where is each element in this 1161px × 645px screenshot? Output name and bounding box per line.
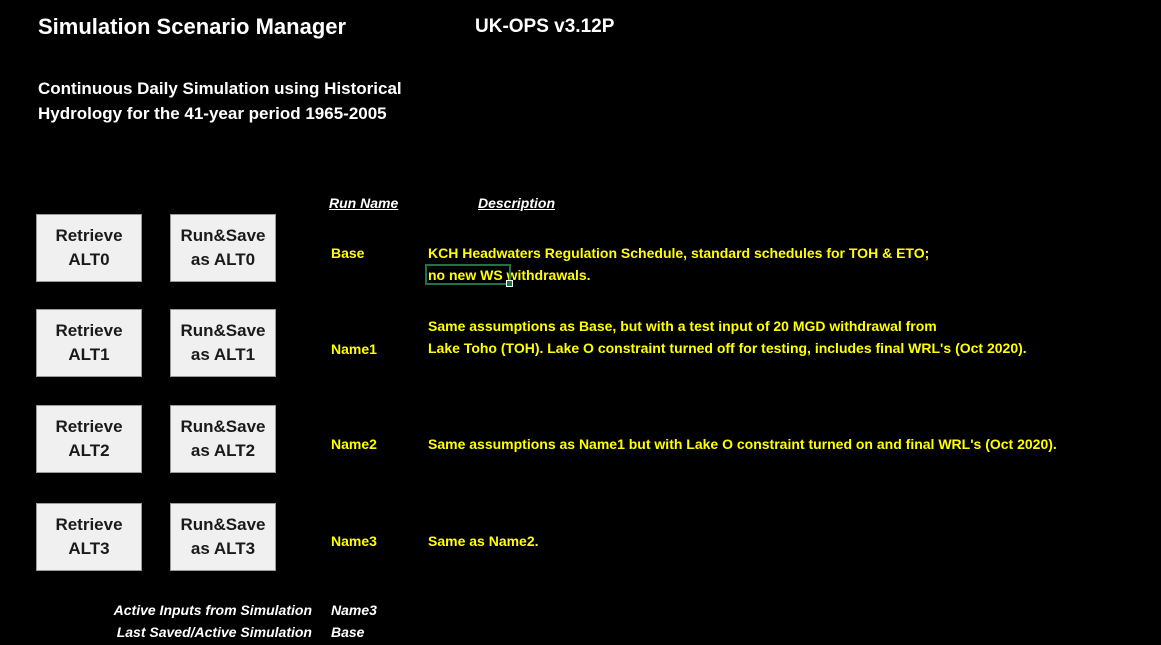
retrieve-alt2-button[interactable]: Retrieve ALT2 (36, 405, 142, 473)
subtitle: Continuous Daily Simulation using Histor… (38, 76, 402, 126)
subtitle-line-1: Continuous Daily Simulation using Histor… (38, 79, 402, 98)
description-alt2: Same assumptions as Name1 but with Lake … (428, 433, 1057, 455)
page-title: Simulation Scenario Manager (38, 14, 347, 39)
run-name-name3: Name3 (331, 533, 377, 549)
runsave-alt1-button[interactable]: Run&Save as ALT1 (170, 309, 276, 377)
last-saved-label: Last Saved/Active Simulation (116, 624, 312, 640)
description-line: KCH Headwaters Regulation Schedule, stan… (428, 245, 930, 261)
runsave-alt0-button[interactable]: Run&Save as ALT0 (170, 214, 276, 282)
active-cell-selection[interactable] (425, 264, 513, 287)
description-line: Same assumptions as Name1 but with Lake … (428, 436, 1057, 452)
retrieve-alt0-button[interactable]: Retrieve ALT0 (36, 214, 142, 282)
description-alt3: Same as Name2. (428, 530, 539, 552)
run-name-name2: Name2 (331, 436, 377, 452)
subtitle-line-2: Hydrology for the 41-year period 1965-20… (38, 104, 387, 123)
run-name-name1: Name1 (331, 341, 377, 357)
description-line: Lake Toho (TOH). Lake O constraint turne… (428, 340, 1027, 356)
active-inputs-label: Active Inputs from Simulation (113, 602, 312, 618)
last-saved-value: Base (331, 624, 365, 640)
description-line: Same as Name2. (428, 533, 539, 549)
fill-handle[interactable] (506, 280, 513, 287)
retrieve-alt1-button[interactable]: Retrieve ALT1 (36, 309, 142, 377)
active-inputs-value: Name3 (331, 602, 377, 618)
description-alt1: Same assumptions as Base, but with a tes… (428, 315, 1027, 359)
runsave-alt2-button[interactable]: Run&Save as ALT2 (170, 405, 276, 473)
column-header-run-name: Run Name (329, 195, 399, 211)
run-name-base: Base (331, 245, 365, 261)
column-header-description: Description (478, 195, 556, 211)
runsave-alt3-button[interactable]: Run&Save as ALT3 (170, 503, 276, 571)
version-label: UK-OPS v3.12P (475, 16, 615, 37)
retrieve-alt3-button[interactable]: Retrieve ALT3 (36, 503, 142, 571)
description-line: Same assumptions as Base, but with a tes… (428, 318, 937, 334)
